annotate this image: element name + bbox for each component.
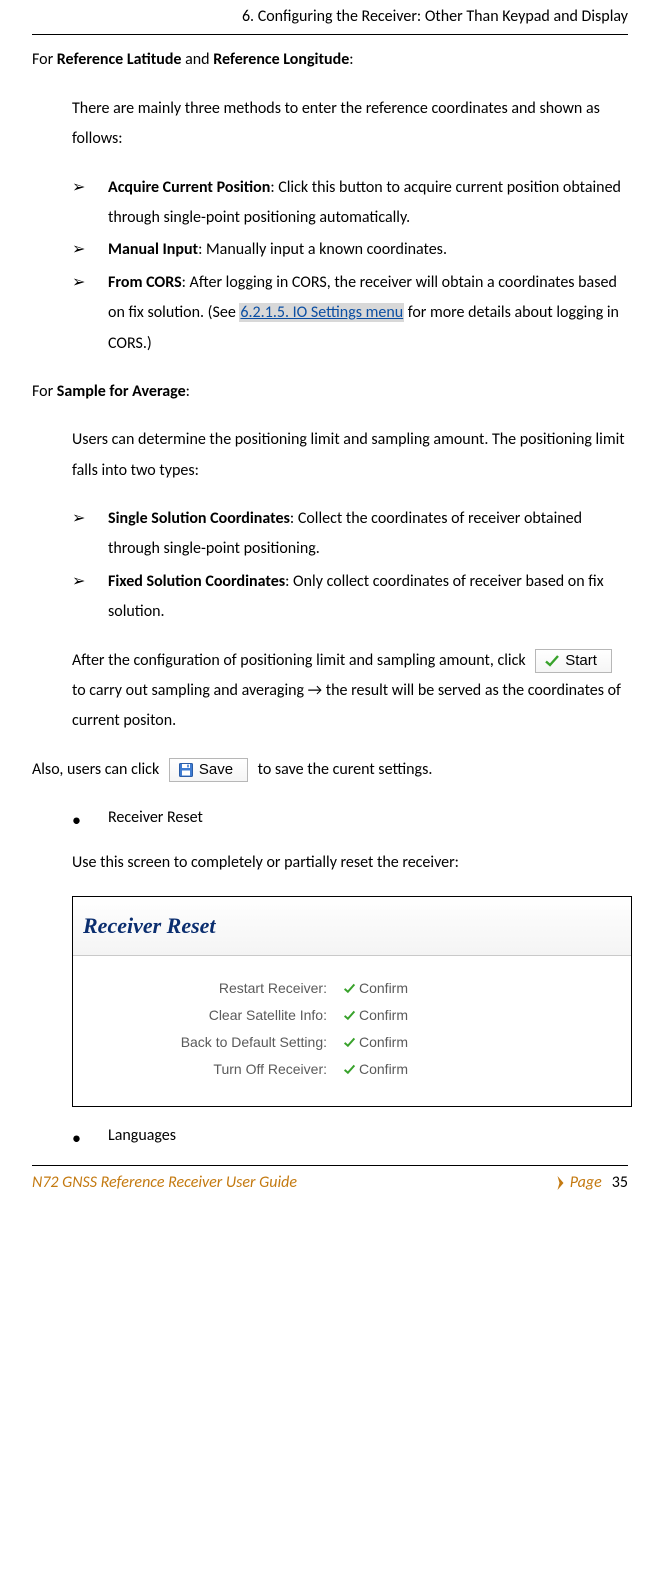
save-button-label: Save [199, 762, 233, 777]
confirm-button[interactable]: Confirm [343, 1059, 408, 1080]
confirm-label: Confirm [359, 978, 408, 999]
list-item: Fixed Solution Coordinates: Only collect… [72, 567, 628, 628]
item-text: Languages [108, 1126, 176, 1145]
save-button[interactable]: Save [169, 758, 248, 782]
page-label: Page [570, 1168, 602, 1198]
item-bold: Fixed Solution Coordinates [108, 572, 285, 591]
page-marker-icon [557, 1176, 566, 1190]
text: After the configuration of positioning l… [72, 651, 529, 670]
text: : [349, 50, 353, 69]
item-bold: From CORS [108, 273, 182, 292]
para-sample-intro: For Sample for Average: [32, 377, 628, 407]
io-settings-link[interactable]: 6.2.1.5. IO Settings menu [239, 303, 404, 322]
confirm-button[interactable]: Confirm [343, 978, 408, 999]
receiver-reset-panel: Receiver Reset Restart Receiver: Confirm… [72, 896, 632, 1107]
confirm-button[interactable]: Confirm [343, 1005, 408, 1026]
text: and [181, 50, 213, 69]
check-icon [343, 1063, 356, 1076]
text: : [186, 382, 190, 401]
ref-lon-bold: Reference Longitude [213, 50, 349, 69]
confirm-button[interactable]: Confirm [343, 1032, 408, 1053]
start-button-label: Start [565, 653, 597, 668]
check-icon [343, 1009, 356, 1022]
check-icon [343, 982, 356, 995]
check-icon [343, 1036, 356, 1049]
item-text: Receiver Reset [108, 808, 203, 827]
item-text: : Manually input a known coordinates. [198, 240, 447, 259]
confirm-label: Confirm [359, 1005, 408, 1026]
reset-row-label: Turn Off Receiver: [93, 1059, 343, 1080]
panel-body: Restart Receiver: Confirm Clear Satellit… [73, 956, 631, 1106]
page-number: 35 [612, 1168, 628, 1198]
list-receiver-reset: Receiver Reset [72, 803, 628, 833]
text: to carry out sampling and averaging → th… [72, 681, 621, 730]
item-bold: Acquire Current Position [108, 178, 270, 197]
start-button[interactable]: Start [535, 649, 612, 673]
para-save-action: Also, users can click Save to save the c… [32, 755, 628, 785]
check-icon [544, 653, 560, 669]
item-bold: Manual Input [108, 240, 198, 259]
sample-bold: Sample for Average [57, 382, 186, 401]
list-item: Single Solution Coordinates: Collect the… [72, 504, 628, 565]
confirm-label: Confirm [359, 1032, 408, 1053]
list-sample-types: Single Solution Coordinates: Collect the… [72, 504, 628, 628]
reset-row: Turn Off Receiver: Confirm [93, 1059, 611, 1080]
list-item: From CORS: After logging in CORS, the re… [72, 268, 628, 359]
text: to save the curent settings. [254, 760, 432, 779]
list-reference-methods: Acquire Current Position: Click this but… [72, 173, 628, 359]
list-item: Languages [72, 1121, 628, 1151]
reset-row: Back to Default Setting: Confirm [93, 1032, 611, 1053]
reset-row-label: Restart Receiver: [93, 978, 343, 999]
para-sample-desc: Users can determine the positioning limi… [72, 425, 628, 486]
footer-guide: N72 GNSS Reference Receiver User Guide [32, 1168, 297, 1198]
panel-title: Receiver Reset [73, 897, 631, 956]
para-methods-intro: There are mainly three methods to enter … [72, 94, 628, 155]
footer-page: Page 35 [557, 1168, 628, 1198]
confirm-label: Confirm [359, 1059, 408, 1080]
item-bold: Single Solution Coordinates [108, 509, 290, 528]
text: Also, users can click [32, 760, 163, 779]
page-header: 6. Configuring the Receiver: Other Than … [32, 0, 628, 32]
para-reference-intro: For Reference Latitude and Reference Lon… [32, 45, 628, 75]
reset-row-label: Clear Satellite Info: [93, 1005, 343, 1026]
list-item: Receiver Reset [72, 803, 628, 833]
text: For [32, 382, 57, 401]
ref-lat-bold: Reference Latitude [57, 50, 182, 69]
reset-row: Restart Receiver: Confirm [93, 978, 611, 999]
text: For [32, 50, 57, 69]
reset-row: Clear Satellite Info: Confirm [93, 1005, 611, 1026]
page-footer: N72 GNSS Reference Receiver User Guide P… [32, 1165, 628, 1198]
save-icon [178, 762, 194, 778]
reset-row-label: Back to Default Setting: [93, 1032, 343, 1053]
list-item: Acquire Current Position: Click this but… [72, 173, 628, 234]
para-start-action: After the configuration of positioning l… [72, 646, 628, 737]
header-rule [32, 34, 628, 35]
list-languages: Languages [72, 1121, 628, 1151]
para-reset-desc: Use this screen to completely or partial… [72, 848, 628, 878]
list-item: Manual Input: Manually input a known coo… [72, 235, 628, 265]
